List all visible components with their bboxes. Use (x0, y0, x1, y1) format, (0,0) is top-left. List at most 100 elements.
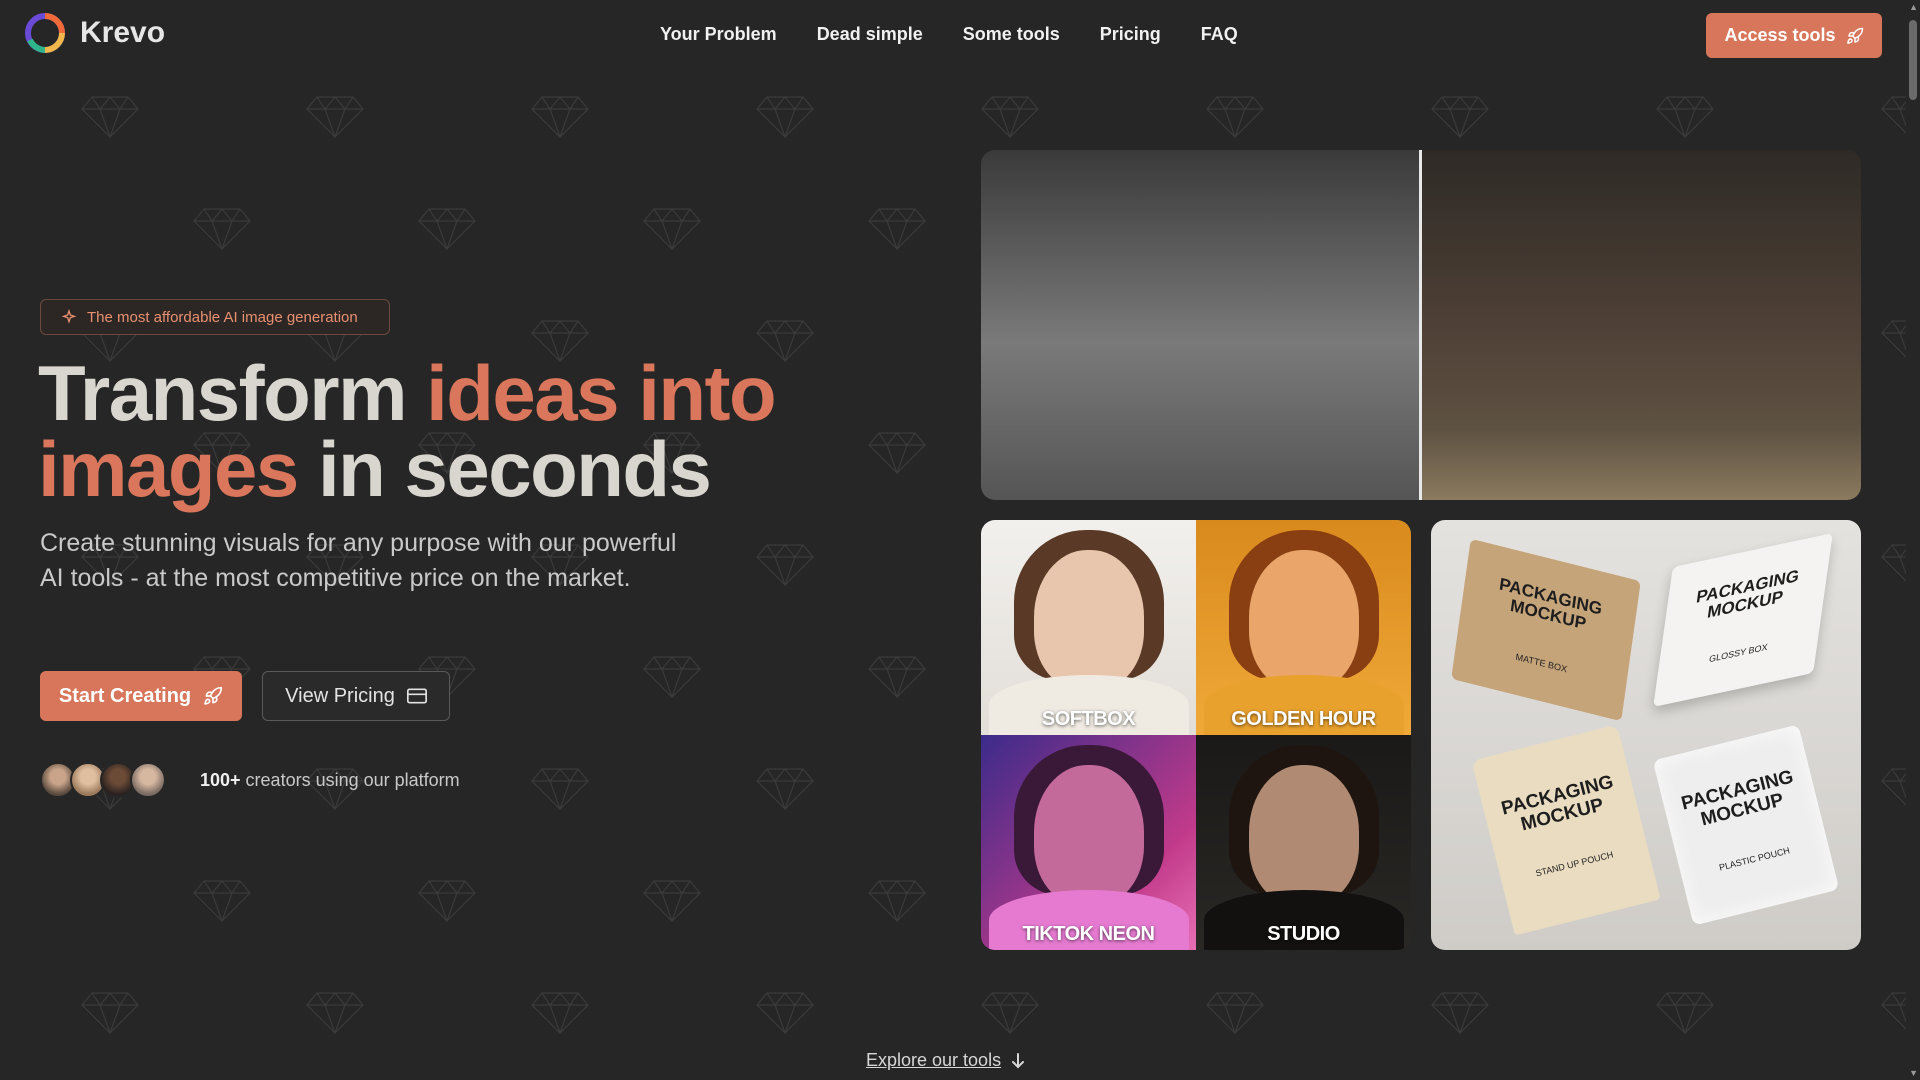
matte-box: PACKAGING MOCKUP MATTE BOX (1451, 538, 1641, 722)
arrow-down-icon (1012, 1052, 1025, 1068)
hero-badge: The most affordable AI image generation (40, 299, 390, 335)
creators-caption: creators using our platform (240, 769, 460, 790)
brand-name: Krevo (80, 16, 166, 49)
tile-label: SOFTBOX (1041, 708, 1136, 730)
diamond-pattern-icon (756, 768, 814, 811)
explore-tools-link[interactable]: Explore our tools (866, 1050, 1025, 1071)
creators-count: 100+ (200, 769, 241, 790)
access-tools-label: Access tools (1724, 25, 1836, 45)
diamond-pattern-icon (531, 96, 589, 139)
page-scrollbar[interactable]: ▲ ▼ (1906, 0, 1920, 1080)
diamond-pattern-icon (756, 992, 814, 1035)
tile-label: STUDIO (1267, 923, 1340, 945)
tile-label: TIKTOK NEON (1022, 923, 1155, 945)
site-header: Krevo Your Problem Dead simple Some tool… (0, 0, 1906, 72)
headline-part1: Transform (38, 349, 427, 437)
access-tools-button[interactable]: Access tools (1706, 13, 1882, 58)
before-photo (981, 150, 1421, 500)
stand-up-pouch: PACKAGING MOCKUP STAND UP POUCH (1471, 724, 1661, 936)
headline-accent2: images (38, 425, 299, 513)
diamond-pattern-icon (531, 992, 589, 1035)
packaging-mockup-image[interactable]: PACKAGING MOCKUP MATTE BOX PACKAGING MOCK… (1431, 520, 1861, 950)
nav-dead-simple[interactable]: Dead simple (817, 24, 923, 45)
rocket-icon (204, 686, 223, 705)
diamond-pattern-icon (756, 544, 814, 587)
diamond-pattern-icon (756, 96, 814, 139)
diamond-pattern-icon (81, 992, 139, 1035)
portrait-face (1033, 765, 1144, 905)
diamond-pattern-icon (531, 768, 589, 811)
diamond-pattern-icon (306, 992, 364, 1035)
diamond-pattern-icon (418, 880, 476, 923)
scroll-down-arrow-icon[interactable]: ▼ (1909, 1068, 1918, 1078)
diamond-pattern-icon (306, 96, 364, 139)
nav-pricing[interactable]: Pricing (1100, 24, 1161, 45)
headline-accent1: ideas into (426, 349, 777, 437)
tile-studio[interactable]: STUDIO (1196, 735, 1411, 950)
diamond-pattern-icon (643, 880, 701, 923)
diamond-pattern-icon (81, 96, 139, 139)
view-pricing-label: View Pricing (285, 684, 395, 707)
after-photo (1421, 150, 1861, 500)
diamond-pattern-icon (868, 208, 926, 251)
diamond-pattern-icon (1656, 992, 1714, 1035)
scroll-up-arrow-icon[interactable]: ▲ (1909, 2, 1918, 12)
mockup-sub: MATTE BOX (1514, 651, 1568, 675)
diamond-pattern-icon (1431, 992, 1489, 1035)
creators-proof: 100+ creators using our platform (40, 762, 460, 798)
headline-part2: in seconds (297, 425, 712, 513)
nav-your-problem[interactable]: Your Problem (660, 24, 777, 45)
comparison-slider-handle[interactable] (1419, 150, 1422, 500)
diamond-pattern-icon (643, 656, 701, 699)
diamond-pattern-icon (193, 880, 251, 923)
hero-subtext: Create stunning visuals for any purpose … (40, 529, 677, 592)
sparkle-icon (61, 309, 77, 324)
restoration-comparison-image[interactable] (981, 150, 1861, 500)
tile-softbox[interactable]: SOFTBOX (981, 520, 1196, 735)
glossy-box: PACKAGING MOCKUP GLOSSY BOX (1653, 532, 1833, 708)
diamond-pattern-icon (418, 208, 476, 251)
diamond-pattern-icon (1206, 992, 1264, 1035)
portrait-face (1248, 765, 1359, 905)
diamond-pattern-icon (193, 208, 251, 251)
creators-text: 100+ creators using our platform (200, 770, 460, 791)
view-pricing-button[interactable]: View Pricing (262, 671, 450, 721)
brand-logo[interactable]: Krevo (24, 12, 165, 54)
diamond-pattern-icon (1431, 96, 1489, 139)
rocket-icon (1846, 27, 1863, 44)
mockup-sub: GLOSSY BOX (1708, 641, 1769, 665)
tile-golden-hour[interactable]: GOLDEN HOUR (1196, 520, 1411, 735)
diamond-pattern-icon (868, 656, 926, 699)
mockup-title: PACKAGING MOCKUP (1695, 566, 1801, 623)
avatar (130, 762, 166, 798)
plastic-pouch: PACKAGING MOCKUP PLASTIC POUCH (1652, 724, 1840, 926)
portrait-face (1033, 550, 1144, 690)
start-creating-label: Start Creating (58, 684, 192, 707)
hero-badge-text: The most affordable AI image generation (87, 308, 358, 326)
mockup-title: PACKAGING MOCKUP (1499, 771, 1616, 836)
diamond-pattern-icon (643, 208, 701, 251)
start-creating-button[interactable]: Start Creating (40, 671, 242, 721)
portrait-face (1248, 550, 1359, 690)
main-nav: Your Problem Dead simple Some tools Pric… (660, 24, 1238, 45)
avatar-stack (40, 762, 200, 798)
diamond-pattern-icon (1656, 96, 1714, 139)
diamond-pattern-icon (1206, 96, 1264, 139)
hero-headline: Transform ideas into images in seconds (38, 354, 938, 508)
lighting-styles-grid: SOFTBOX GOLDEN HOUR TIKTOK NEON STUDIO (981, 520, 1411, 950)
mockup-title: PACKAGING MOCKUP (1498, 574, 1604, 634)
mockup-sub: STAND UP POUCH (1534, 849, 1615, 879)
explore-tools-label: Explore our tools (866, 1050, 1002, 1070)
nav-some-tools[interactable]: Some tools (963, 24, 1060, 45)
logo-icon (25, 13, 65, 53)
diamond-pattern-icon (981, 96, 1039, 139)
scroll-thumb[interactable] (1909, 20, 1917, 100)
tile-label: GOLDEN HOUR (1231, 708, 1376, 730)
credit-card-icon (406, 688, 427, 704)
tile-tiktok-neon[interactable]: TIKTOK NEON (981, 735, 1196, 950)
mockup-title: PACKAGING MOCKUP (1679, 766, 1796, 831)
nav-faq[interactable]: FAQ (1201, 24, 1238, 45)
mockup-sub: PLASTIC POUCH (1718, 845, 1791, 873)
diamond-pattern-icon (981, 992, 1039, 1035)
diamond-pattern-icon (868, 880, 926, 923)
